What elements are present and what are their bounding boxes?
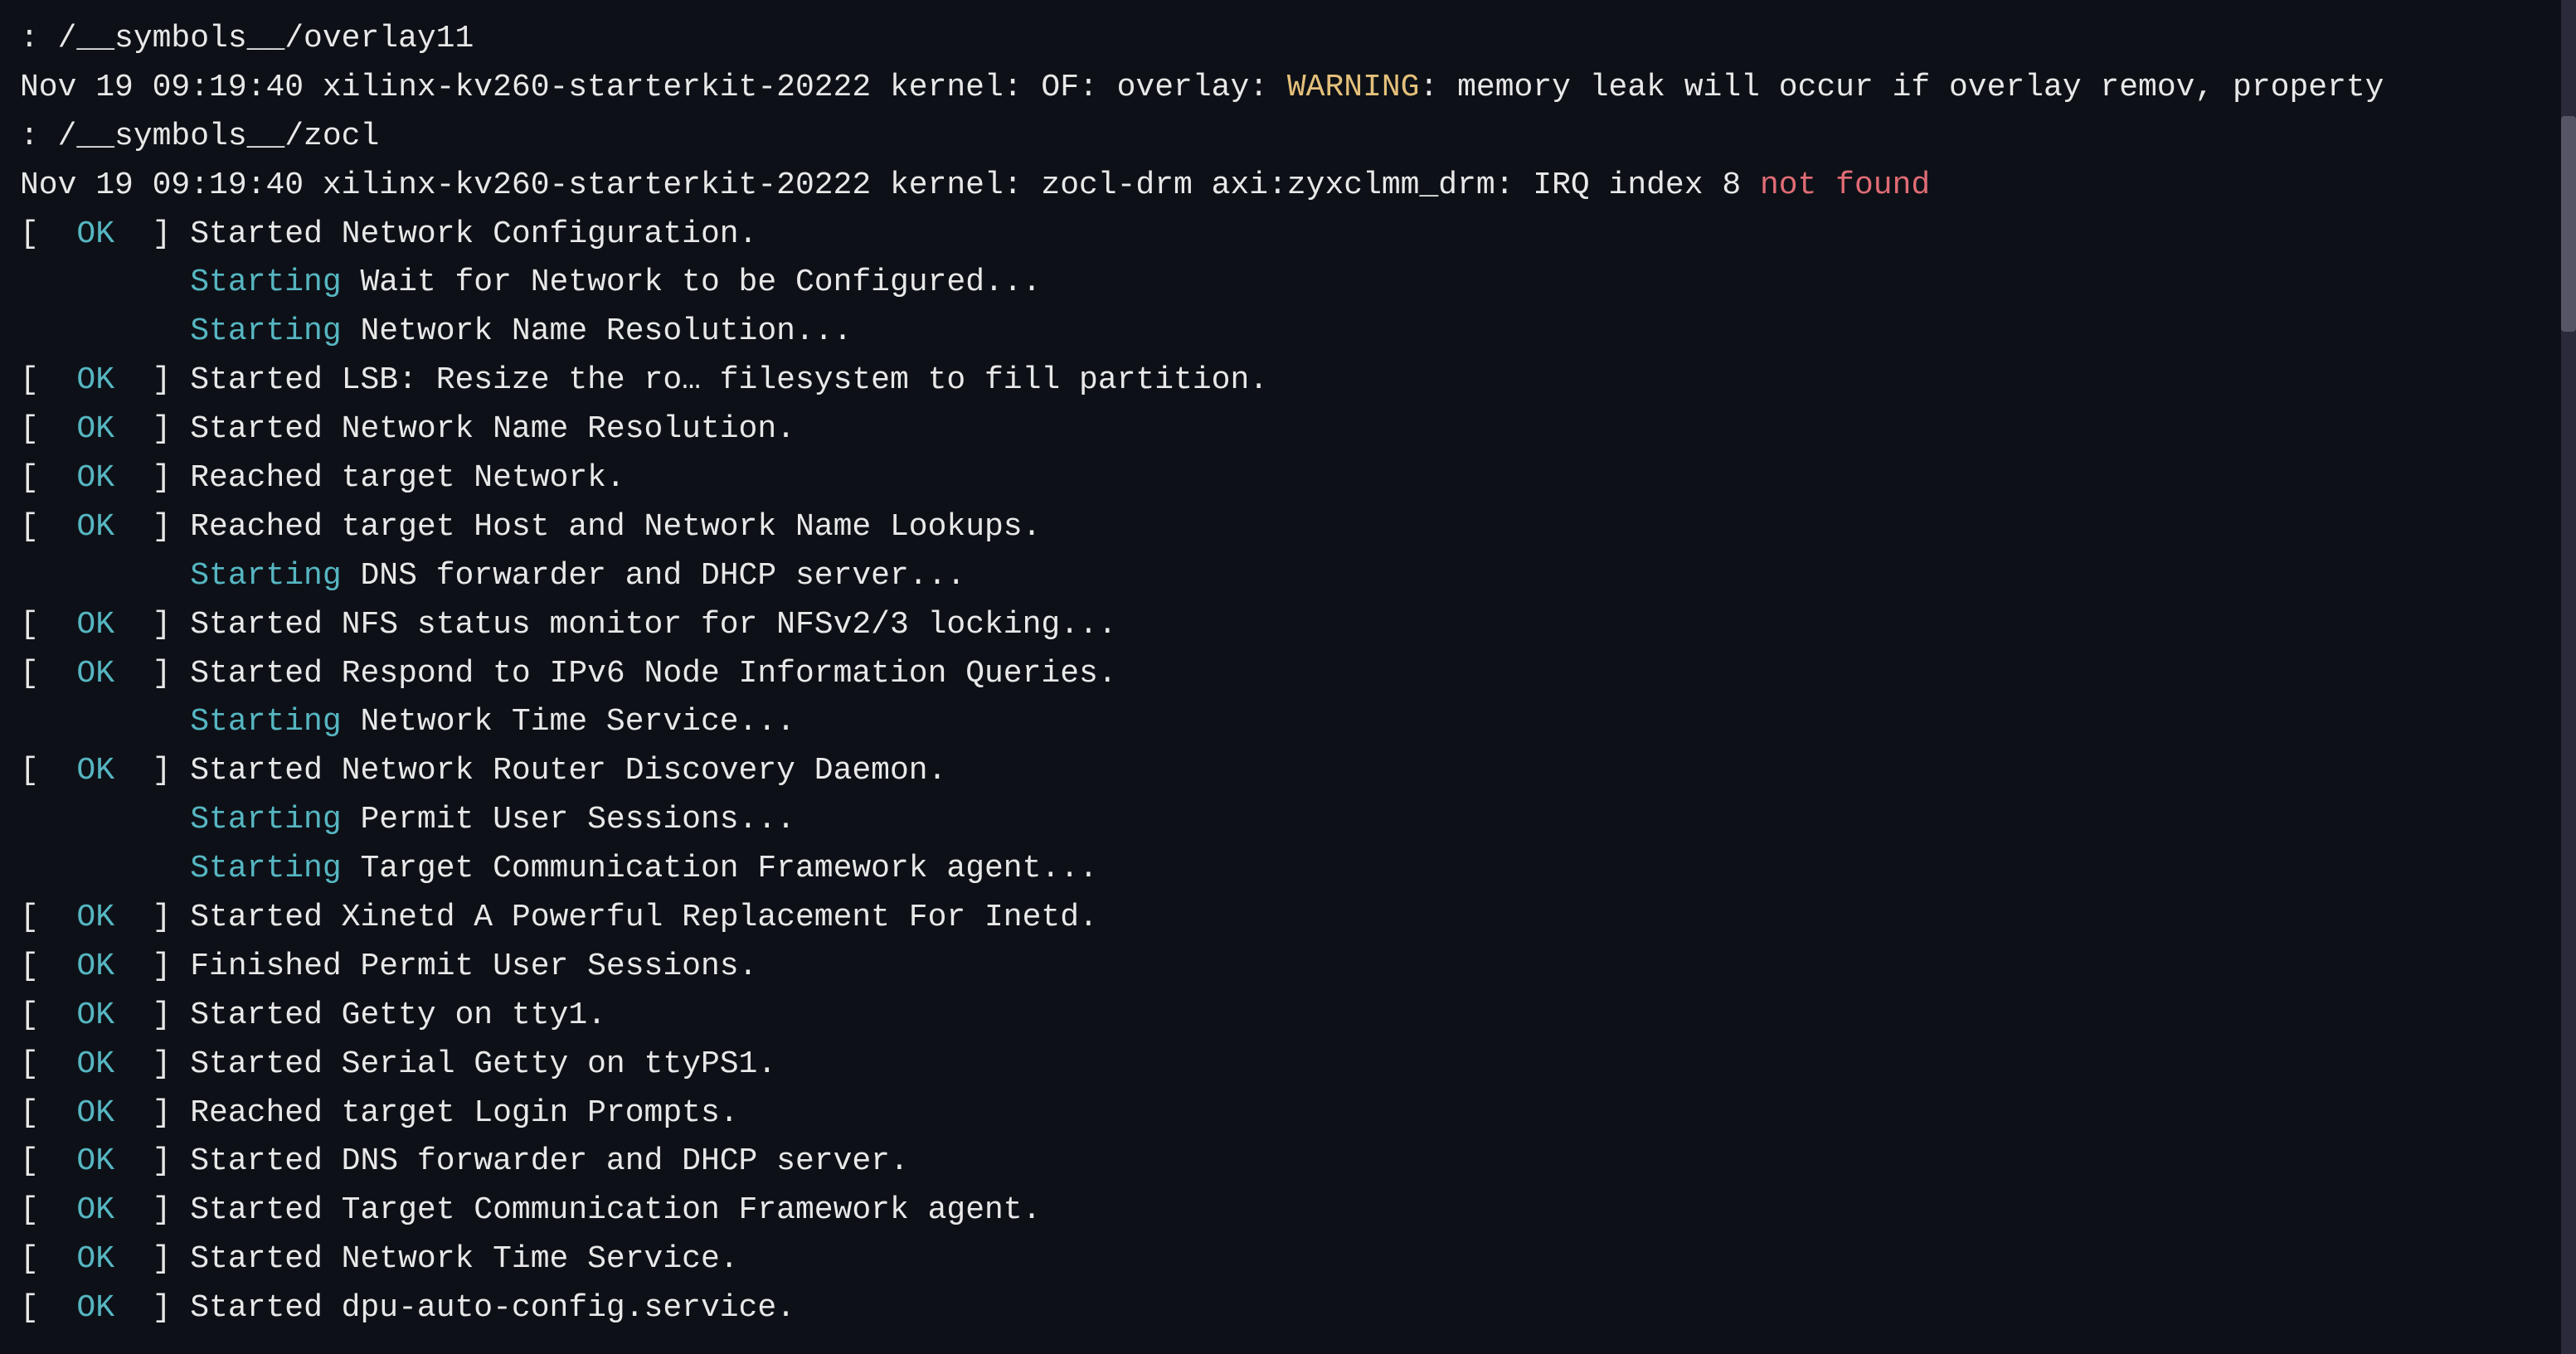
ok-status: OK <box>76 997 114 1033</box>
ok-status: OK <box>76 1192 114 1228</box>
terminal-line-19: [ OK ] Started Xinetd A Powerful Replace… <box>20 894 2556 943</box>
terminal-line-1: : /__symbols__/overlay11 <box>20 15 2556 64</box>
ok-status: OK <box>76 607 114 643</box>
ok-status: OK <box>76 1095 114 1131</box>
terminal-line-4: Nov 19 09:19:40 xilinx-kv260-starterkit-… <box>20 162 2556 211</box>
terminal-line-25: [ OK ] Started Target Communication Fram… <box>20 1187 2556 1235</box>
ok-status: OK <box>76 460 114 496</box>
scrollbar[interactable] <box>2561 0 2576 1354</box>
ok-status: OK <box>76 362 114 398</box>
starting-text: Starting <box>190 264 341 300</box>
warning-text: WARNING <box>1287 70 1420 105</box>
ok-status: OK <box>76 1241 114 1277</box>
terminal-line-17: Starting Permit User Sessions... <box>20 796 2556 845</box>
terminal-line-3: : /__symbols__/zocl <box>20 113 2556 162</box>
terminal-line-blank1 <box>20 1333 2556 1354</box>
terminal-line-22: [ OK ] Started Serial Getty on ttyPS1. <box>20 1041 2556 1090</box>
terminal-line-13: [ OK ] Started NFS status monitor for NF… <box>20 601 2556 650</box>
terminal: : /__symbols__/overlay11 Nov 19 09:19:40… <box>0 0 2576 1354</box>
terminal-line-14: [ OK ] Started Respond to IPv6 Node Info… <box>20 650 2556 699</box>
scrollbar-thumb[interactable] <box>2561 116 2576 332</box>
starting-text: Starting <box>190 851 341 886</box>
terminal-line-6: Starting Wait for Network to be Configur… <box>20 259 2556 308</box>
ok-status: OK <box>76 1290 114 1326</box>
terminal-line-8: [ OK ] Started LSB: Resize the ro… files… <box>20 357 2556 405</box>
terminal-line-15: Starting Network Time Service... <box>20 698 2556 747</box>
starting-text: Starting <box>190 313 341 349</box>
terminal-line-27: [ OK ] Started dpu-auto-config.service. <box>20 1284 2556 1333</box>
terminal-line-26: [ OK ] Started Network Time Service. <box>20 1235 2556 1284</box>
ok-status: OK <box>76 1143 114 1179</box>
starting-text: Starting <box>190 802 341 837</box>
ok-status: OK <box>76 216 114 252</box>
starting-text: Starting <box>190 558 341 594</box>
terminal-line-20: [ OK ] Finished Permit User Sessions. <box>20 943 2556 992</box>
starting-text: Starting <box>190 704 341 740</box>
terminal-line-9: [ OK ] Started Network Name Resolution. <box>20 405 2556 454</box>
terminal-line-18: Starting Target Communication Framework … <box>20 845 2556 894</box>
ok-status: OK <box>76 1046 114 1082</box>
ok-status: OK <box>76 656 114 692</box>
terminal-line-24: [ OK ] Started DNS forwarder and DHCP se… <box>20 1138 2556 1187</box>
ok-status: OK <box>76 411 114 447</box>
terminal-line-11: [ OK ] Reached target Host and Network N… <box>20 503 2556 552</box>
terminal-line-21: [ OK ] Started Getty on tty1. <box>20 992 2556 1041</box>
ok-status: OK <box>76 900 114 935</box>
terminal-line-7: Starting Network Name Resolution... <box>20 308 2556 357</box>
terminal-line-16: [ OK ] Started Network Router Discovery … <box>20 747 2556 796</box>
ok-status: OK <box>76 509 114 545</box>
ok-status: OK <box>76 753 114 789</box>
terminal-line-2: Nov 19 09:19:40 xilinx-kv260-starterkit-… <box>20 64 2556 113</box>
terminal-line-23: [ OK ] Reached target Login Prompts. <box>20 1090 2556 1138</box>
terminal-line-12: Starting DNS forwarder and DHCP server..… <box>20 552 2556 601</box>
terminal-line-10: [ OK ] Reached target Network. <box>20 454 2556 503</box>
terminal-line-5: [ OK ] Started Network Configuration. <box>20 211 2556 260</box>
ok-status: OK <box>76 949 114 984</box>
not-found-text: not found <box>1760 167 1930 203</box>
